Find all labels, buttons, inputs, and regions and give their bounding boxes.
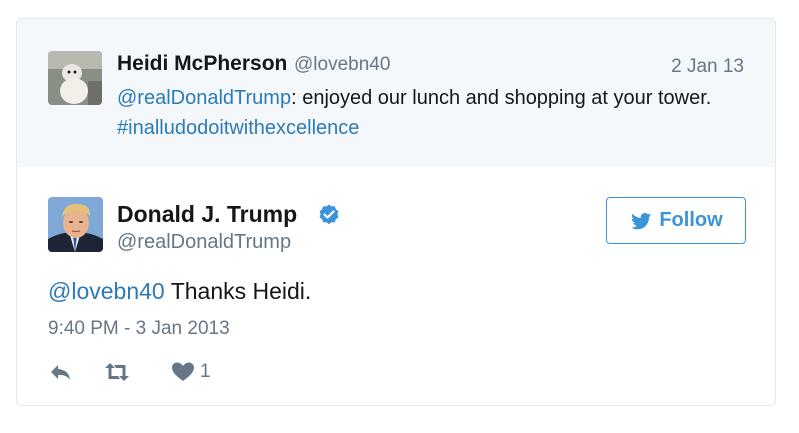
tweet-text-body: Thanks Heidi. — [164, 278, 312, 304]
author-avatar[interactable] — [48, 197, 103, 252]
heart-icon — [172, 362, 194, 381]
twitter-bird-icon — [631, 212, 652, 229]
author-name[interactable]: Donald J. Trump — [117, 201, 297, 228]
mention-link[interactable]: @lovebn40 — [48, 278, 165, 304]
retweet-button[interactable] — [104, 359, 130, 385]
parent-text-body: : enjoyed our lunch and shopping at your… — [291, 87, 712, 109]
tweet-text: @lovebn40 Thanks Heidi. — [48, 278, 311, 305]
verified-badge-icon — [319, 204, 339, 225]
reply-icon — [51, 365, 70, 380]
parent-hashtag-link[interactable]: #inalludodoitwithexcellence — [117, 117, 359, 139]
parent-author-name[interactable]: Heidi McPherson — [117, 52, 287, 76]
tweet-timestamp[interactable]: 9:40 PM - 3 Jan 2013 — [48, 318, 230, 340]
like-button[interactable]: 1 — [170, 359, 211, 385]
like-count: 1 — [200, 361, 211, 382]
reply-button[interactable] — [48, 359, 74, 385]
embedded-tweet-card: Heidi McPherson @lovebn40 2 Jan 13 @real… — [16, 18, 776, 406]
parent-tweet-text: @realDonaldTrump: enjoyed our lunch and … — [117, 83, 717, 143]
parent-mention-link[interactable]: @realDonaldTrump — [117, 87, 291, 109]
parent-author-handle[interactable]: @lovebn40 — [294, 54, 390, 76]
parent-avatar[interactable] — [48, 51, 102, 105]
retweet-icon — [105, 363, 129, 381]
parent-tweet[interactable]: Heidi McPherson @lovebn40 2 Jan 13 @real… — [17, 19, 775, 167]
parent-date[interactable]: 2 Jan 13 — [671, 56, 744, 78]
author-handle[interactable]: @realDonaldTrump — [117, 231, 291, 254]
follow-button-label: Follow — [659, 209, 723, 231]
follow-button[interactable]: Follow — [606, 197, 746, 244]
